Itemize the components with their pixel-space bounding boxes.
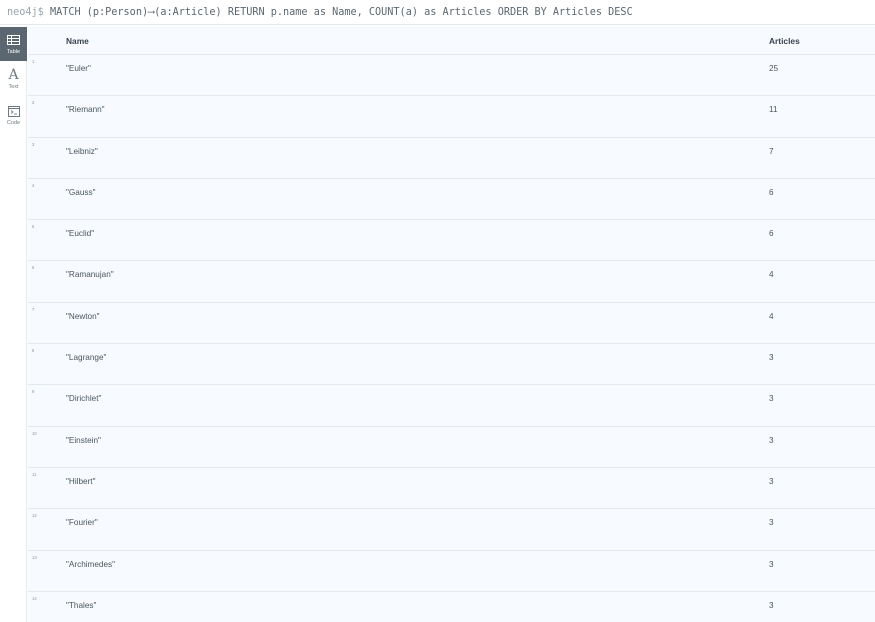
text-view-button[interactable]: A Text [0, 62, 27, 96]
table-row: 3 "Leibniz" 7 [28, 138, 875, 179]
row-index: 10 [32, 430, 37, 436]
row-index: 4 [32, 182, 35, 188]
cell-articles: 3 [769, 476, 774, 486]
table-view-button[interactable]: Table [0, 27, 27, 61]
row-index: 9 [32, 389, 35, 395]
cell-name: "Dirichlet" [66, 394, 102, 404]
row-index: 2 [32, 100, 35, 106]
cell-name: "Euclid" [66, 229, 95, 239]
cell-articles: 3 [769, 600, 774, 610]
cell-name: "Archimedes" [66, 559, 116, 569]
table-row: 9 "Dirichlet" 3 [28, 385, 875, 427]
table-row: 5 "Euclid" 6 [28, 220, 875, 262]
cell-name: "Ramanujan" [66, 270, 114, 280]
cell-name: "Gauss" [66, 187, 96, 197]
cell-articles: 11 [769, 105, 778, 115]
cell-name: "Euler" [66, 64, 91, 73]
row-index: 5 [32, 224, 35, 230]
table-row: 13 "Archimedes" 3 [28, 551, 875, 592]
table-row: 12 "Fourier" 3 [28, 509, 875, 551]
cell-articles: 6 [769, 187, 774, 197]
column-header-name: Name [66, 36, 89, 46]
table-row: 2 "Riemann" 11 [28, 96, 875, 138]
code-icon [0, 104, 27, 118]
code-view-label: Code [6, 120, 21, 126]
cell-articles: 7 [769, 146, 774, 156]
cell-articles: 3 [769, 394, 774, 404]
result-table: Name Articles 1 "Euler" 25 2 "Riemann" 11 3 "Le… [28, 27, 875, 622]
row-index: 11 [32, 471, 37, 477]
query-bar[interactable]: neo4j$ MATCH (p:Person)⟶(a:Article) RETU… [0, 0, 875, 25]
table-row: 4 "Gauss" 6 [28, 179, 875, 221]
cell-articles: 3 [769, 435, 774, 445]
cell-name: "Riemann" [66, 105, 105, 115]
view-sidebar: Table A Text Code [0, 27, 27, 622]
table-row: 11 "Hilbert" 3 [28, 468, 875, 510]
table-view-label: Table [6, 49, 21, 55]
column-header-articles: Articles [769, 36, 800, 46]
cell-articles: 3 [769, 559, 774, 569]
cell-articles: 3 [769, 353, 774, 363]
row-index: 6 [32, 265, 35, 271]
table-body: 1 "Euler" 25 2 "Riemann" 11 3 "Leibniz" 7 4 "Gauss… [28, 55, 875, 622]
cell-name: "Einstein" [66, 435, 101, 445]
text-view-label: Text [8, 84, 19, 90]
row-index: 1 [32, 59, 35, 64]
table-row: 8 "Lagrange" 3 [28, 344, 875, 386]
row-index: 14 [32, 595, 37, 601]
row-index: 8 [32, 348, 35, 354]
cell-name: "Newton" [66, 311, 100, 321]
table-row: 14 "Thales" 3 [28, 592, 875, 622]
table-row: 1 "Euler" 25 [28, 55, 875, 97]
cell-articles: 3 [769, 518, 774, 528]
table-row: 10 "Einstein" 3 [28, 427, 875, 468]
row-index: 12 [32, 513, 37, 519]
cell-articles: 25 [769, 64, 779, 73]
cell-articles: 6 [769, 229, 774, 239]
cell-articles: 4 [769, 270, 774, 280]
row-index: 7 [32, 306, 35, 312]
query-prompt: neo4j$ [7, 7, 44, 18]
cell-name: "Hilbert" [66, 476, 96, 486]
code-view-button[interactable]: Code [0, 98, 27, 132]
row-index: 3 [32, 141, 35, 147]
cell-name: "Fourier" [66, 518, 98, 528]
cell-articles: 4 [769, 311, 774, 321]
cell-name: "Thales" [66, 600, 97, 610]
table-row: 7 "Newton" 4 [28, 303, 875, 345]
table-row: 6 "Ramanujan" 4 [28, 261, 875, 303]
query-text[interactable]: MATCH (p:Person)⟶(a:Article) RETURN p.na… [50, 7, 633, 18]
cell-name: "Lagrange" [66, 353, 107, 363]
cell-name: "Leibniz" [66, 146, 98, 156]
text-icon: A [8, 67, 19, 83]
row-index: 13 [32, 554, 37, 560]
table-header: Name Articles [28, 27, 875, 55]
table-icon [0, 33, 27, 47]
